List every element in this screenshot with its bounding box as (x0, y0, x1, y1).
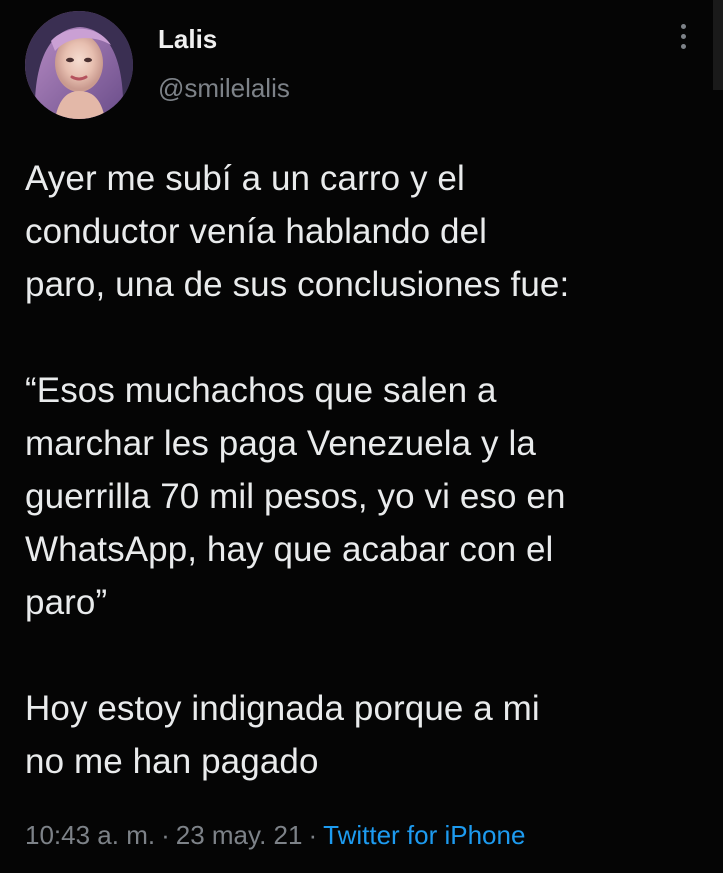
text-line: guerrilla 70 mil pesos, yo vi eso en (25, 477, 566, 516)
text-line: marchar les paga Venezuela y la (25, 424, 536, 463)
tweet-time[interactable]: 10:43 a. m. (25, 820, 155, 850)
text-line: Hoy estoy indignada porque a mi (25, 689, 540, 728)
text-line: WhatsApp, hay que acabar con el (25, 530, 554, 569)
tweet-text: Ayer me subí a un carro y el conductor v… (25, 152, 705, 788)
text-line: no me han pagado (25, 742, 319, 781)
text-line: “Esos muchachos que salen a (25, 371, 497, 410)
tweet-date[interactable]: 23 may. 21 (176, 820, 303, 850)
text-line: paro, una de sus conclusiones fue: (25, 265, 570, 304)
text-line: Ayer me subí a un carro y el (25, 159, 465, 198)
author-handle[interactable]: @smilelalis (158, 73, 290, 104)
meta-separator: · (161, 820, 170, 850)
tweet-paragraph: Hoy estoy indignada porque a mi no me ha… (25, 682, 705, 788)
text-line: conductor venía hablando del (25, 212, 488, 251)
tweet-paragraph: Ayer me subí a un carro y el conductor v… (25, 152, 705, 311)
avatar[interactable] (25, 11, 133, 119)
scrollbar-edge (713, 0, 723, 90)
tweet-source-link[interactable]: Twitter for iPhone (323, 820, 525, 850)
author-name[interactable]: Lalis (158, 24, 217, 55)
tweet-card: Lalis @smilelalis Ayer me subí a un carr… (0, 0, 723, 873)
tweet-paragraph: “Esos muchachos que salen a marchar les … (25, 364, 705, 629)
more-vertical-icon[interactable] (676, 24, 690, 58)
text-line: paro” (25, 583, 108, 622)
meta-separator: · (308, 820, 318, 850)
tweet-meta: 10:43 a. m. · 23 may. 21 · Twitter for iPhon… (25, 820, 525, 851)
